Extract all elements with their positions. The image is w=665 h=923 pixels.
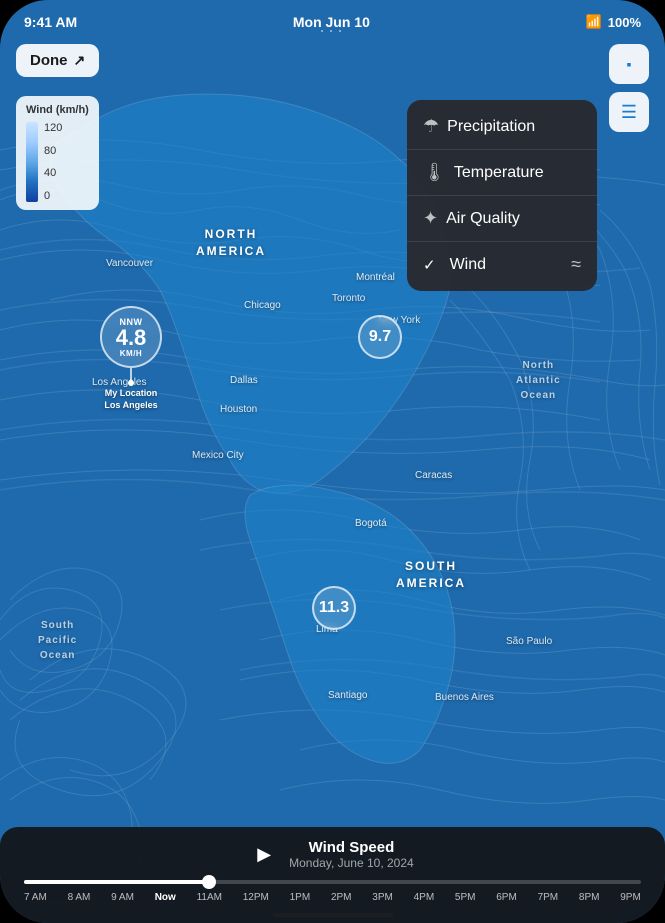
play-icon: ▶ (257, 844, 271, 864)
wind-city-label: Los Angeles (104, 400, 157, 410)
layers-icon: ☰ (621, 102, 637, 123)
wind-badge-pointer-main (130, 368, 132, 380)
wind-badge-tertiary[interactable]: 11.3 (312, 586, 356, 630)
timeline-label-4pm: 4PM (414, 892, 435, 903)
timeline-label-11am: 11AM (197, 892, 222, 903)
wifi-icon: 📶 (586, 14, 602, 30)
legend-label-120: 120 (44, 122, 62, 134)
timeline-label-9am: 9 AM (111, 892, 134, 903)
timeline-title-block: Wind Speed Monday, June 10, 2024 (289, 839, 414, 870)
temperature-icon: 🌡 (423, 162, 446, 183)
timeline-fill (24, 880, 209, 884)
device-frame: 9:41 AM Mon Jun 10 📶 100% ··· Done ↗ ⬝ ☰… (0, 0, 665, 923)
wind-location-label: My Location (105, 388, 158, 398)
status-right: 📶 100% (586, 14, 641, 30)
wind-checkmark: ✓ (423, 256, 436, 274)
timeline-label-9pm: 9PM (620, 892, 641, 903)
legend-title: Wind (km/h) (26, 104, 89, 116)
menu-item-wind[interactable]: ✓ Wind ≈ (407, 242, 597, 287)
done-button[interactable]: Done ↗ (16, 44, 99, 77)
timeline-labels: 7 AM 8 AM 9 AM Now 11AM 12PM 1PM 2PM 3PM… (16, 892, 649, 903)
layers-button[interactable]: ☰ (609, 92, 649, 132)
air-quality-icon: ✦ (423, 208, 438, 229)
location-button[interactable]: ⬝ (609, 44, 649, 84)
right-controls: ⬝ ☰ (609, 44, 649, 132)
timeline-thumb[interactable] (202, 875, 216, 889)
legend-bar (26, 122, 38, 202)
wind-unit-main: KM/H (120, 349, 142, 358)
wind-label: Wind (450, 256, 486, 274)
menu-item-temperature[interactable]: 🌡 Temperature (407, 150, 597, 196)
precipitation-label: Precipitation (447, 118, 535, 136)
wind-badge-dot-main (128, 380, 134, 386)
location-icon: ⬝ (627, 54, 632, 75)
timeline-label-8pm: 8PM (579, 892, 600, 903)
layer-dropdown-menu: ☂ Precipitation 🌡 Temperature ✦ Air Qual… (407, 100, 597, 291)
wind-badge-secondary[interactable]: 9.7 (358, 315, 402, 359)
timeline-header: ▶ Wind Speed Monday, June 10, 2024 (16, 839, 649, 870)
legend-bar-container: 120 80 40 0 (26, 122, 89, 202)
temperature-label: Temperature (454, 164, 544, 182)
timeline-label-7pm: 7PM (538, 892, 559, 903)
legend-labels: 120 80 40 0 (44, 122, 62, 202)
done-label: Done (30, 52, 68, 69)
menu-item-precipitation[interactable]: ☂ Precipitation (407, 104, 597, 150)
timeline-label-3pm: 3PM (372, 892, 393, 903)
wind-speed-tertiary: 11.3 (319, 600, 349, 616)
play-button[interactable]: ▶ (251, 842, 277, 867)
wind-speed-main: 4.8 (116, 327, 147, 349)
timeline-title: Wind Speed (289, 839, 414, 856)
cursor-icon: ↗ (74, 52, 86, 69)
wind-speed-secondary: 9.7 (369, 329, 391, 345)
wind-badge-circle-secondary: 9.7 (358, 315, 402, 359)
timeline-panel: ▶ Wind Speed Monday, June 10, 2024 7 AM … (0, 827, 665, 923)
timeline-label-2pm: 2PM (331, 892, 352, 903)
legend-label-40: 40 (44, 167, 62, 179)
timeline-label-12pm: 12PM (243, 892, 269, 903)
air-quality-label: Air Quality (446, 210, 520, 228)
status-time: 9:41 AM (24, 14, 77, 30)
wind-icon: ≈ (571, 254, 581, 275)
legend-label-80: 80 (44, 145, 62, 157)
timeline-label-8am: 8 AM (68, 892, 91, 903)
timeline-label-5pm: 5PM (455, 892, 476, 903)
precipitation-icon: ☂ (423, 116, 439, 137)
timeline-date: Monday, June 10, 2024 (289, 856, 414, 870)
wind-legend: Wind (km/h) 120 80 40 0 (16, 96, 99, 210)
timeline-label-now: Now (155, 892, 176, 903)
timeline-label-1pm: 1PM (290, 892, 311, 903)
wind-badge-circle-main: NNW 4.8 KM/H (100, 306, 162, 368)
timeline-track[interactable] (24, 880, 641, 884)
menu-item-air-quality[interactable]: ✦ Air Quality (407, 196, 597, 242)
drag-handle: ··· (319, 20, 346, 41)
timeline-label-7am: 7 AM (24, 892, 47, 903)
battery: 100% (608, 15, 641, 30)
wind-badge-main[interactable]: NNW 4.8 KM/H My Location Los Angeles (100, 306, 162, 410)
wind-badge-circle-tertiary: 11.3 (312, 586, 356, 630)
legend-label-0: 0 (44, 190, 62, 202)
timeline-label-6pm: 6PM (496, 892, 517, 903)
